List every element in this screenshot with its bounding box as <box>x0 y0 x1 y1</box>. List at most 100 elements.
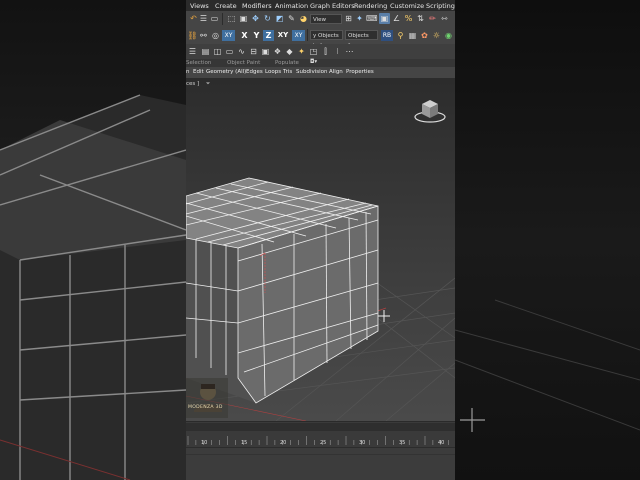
select-and-link-icon[interactable]: ⛓ <box>187 30 198 41</box>
angle-snap-icon[interactable]: ∠ <box>391 13 402 24</box>
perspective-viewport[interactable] <box>186 78 455 421</box>
modeling-ribbon: n Edit Geometry (All) Edges Loops Tris S… <box>186 67 455 78</box>
menu-modifiers[interactable]: Modifiers <box>242 2 272 10</box>
menu-views[interactable]: Views <box>190 2 209 10</box>
menu-customize[interactable]: Customize <box>390 2 424 10</box>
render-frame-icon[interactable]: ▣ <box>260 46 271 57</box>
ribbon-sub-edit[interactable]: Edit <box>193 69 204 75</box>
spacing-tool-icon[interactable]: ⋯ <box>344 46 355 57</box>
ribbon-tab-bar: Selection Object Paint Populate ◘▾ <box>186 59 455 67</box>
blurred-viewport-copy-right <box>455 299 640 432</box>
blurred-background-left <box>0 0 186 480</box>
keyframe-icon[interactable]: ◆ <box>284 46 295 57</box>
ref-coord-icon[interactable]: ◕ <box>298 13 309 24</box>
render-checker-icon[interactable]: ▦ <box>407 30 418 41</box>
array-icon[interactable]: ⁝ <box>332 46 343 57</box>
viewcube-icon[interactable] <box>414 100 446 123</box>
watermark-logo: MODENZA 3D <box>186 378 228 418</box>
blurred-viewport-copy-left <box>0 94 186 480</box>
filter-icon[interactable]: ⏷ <box>206 81 210 87</box>
select-object-icon[interactable]: ▭ <box>209 13 220 24</box>
toolbar-separator <box>307 29 308 41</box>
layer-explorer-icon[interactable]: ◫ <box>212 46 223 57</box>
window-crossing-icon[interactable]: ▣ <box>238 13 249 24</box>
menu-create[interactable]: Create <box>215 2 237 10</box>
ribbon-sub-edges[interactable]: Edges <box>246 69 263 75</box>
keyboard-shortcut-icon[interactable]: ⌨ <box>366 13 378 24</box>
unlink-selection-icon[interactable]: ⚯ <box>198 30 209 41</box>
ribbon-sub-geometry[interactable]: Geometry (All) <box>206 69 246 75</box>
percent-snap-icon[interactable]: % <box>403 13 414 24</box>
place-icon[interactable]: ✎ <box>286 13 297 24</box>
ribbon-sub-n[interactable]: n <box>186 69 190 75</box>
mirror-icon[interactable]: ⇿ <box>439 13 450 24</box>
blurred-background-right <box>455 0 640 480</box>
axis-xy-restrict-button-main[interactable]: XY <box>222 30 235 41</box>
tick-label-15: 15 <box>241 440 248 446</box>
align-icon[interactable]: ⫿ <box>320 46 331 57</box>
status-bar <box>186 447 455 480</box>
viewport-label[interactable]: ces ] ⏷ <box>186 81 210 88</box>
ribbon-tab-selection[interactable]: Selection <box>186 60 211 66</box>
render-production-icon[interactable]: ❖ <box>272 46 283 57</box>
ribbon-tab-populate[interactable]: Populate <box>275 60 299 66</box>
select-rotate-icon[interactable]: ↻ <box>262 13 273 24</box>
edit-named-selection-icon[interactable]: ✏ <box>427 13 438 24</box>
pivot-center-icon[interactable]: ⊞ <box>343 13 354 24</box>
ribbon-sub-align[interactable]: Align <box>329 69 343 75</box>
tick-label-25: 25 <box>320 440 327 446</box>
move-cursor-icon <box>378 310 390 322</box>
snaps-toggle-icon[interactable]: ▣ <box>379 13 390 24</box>
named-selection-right[interactable]: Objects fror <box>345 30 378 49</box>
rb-button[interactable]: RB <box>381 30 393 41</box>
tick-label-10: 10 <box>201 440 208 446</box>
ribbon-sub-tris[interactable]: Tris <box>283 69 292 75</box>
curve-editor-icon[interactable]: ∿ <box>236 46 247 57</box>
snapshot-icon[interactable]: ◳ <box>308 46 319 57</box>
constraint-plane-button[interactable]: XY <box>292 30 305 41</box>
third-toolbar: ☰ ▤ ◫ ▭ ∿ ⊟ ▣ ❖ ◆ ✦ ◳ ⫿ ⁝ ⋯ <box>186 44 455 60</box>
ribbon-toggle-icon[interactable]: ◘▾ <box>310 59 317 65</box>
reference-coordinate-dropdown[interactable]: View <box>310 14 342 24</box>
watermark-portrait-icon <box>186 378 228 418</box>
toolbar-separator <box>222 13 223 25</box>
tick-label-20: 20 <box>280 440 287 446</box>
select-manipulate-icon[interactable]: ✦ <box>354 13 365 24</box>
toggle-ribbon-icon[interactable]: ▭ <box>224 46 235 57</box>
3dsmax-window: Views Create Modifiers Animation Graph E… <box>186 0 455 480</box>
bind-icon[interactable]: ◎ <box>210 30 221 41</box>
constraint-xy-button[interactable]: XY <box>276 30 290 41</box>
select-move-icon[interactable]: ✥ <box>250 13 261 24</box>
spinner-snap-icon[interactable]: ⇅ <box>415 13 426 24</box>
watermark-text: MODENZA 3D <box>188 405 223 410</box>
ribbon-tab-object-paint[interactable]: Object Paint <box>227 60 260 66</box>
ribbon-sub-subdivision[interactable]: Subdivision <box>296 69 328 75</box>
render-iterative-icon[interactable]: ✦ <box>296 46 307 57</box>
time-slider-track[interactable] <box>186 423 455 431</box>
named-selection-left[interactable]: y Objects to I <box>310 30 343 49</box>
list-icon[interactable]: ☰ <box>187 46 198 57</box>
track-bar[interactable]: 10 15 20 25 30 35 40 <box>186 431 455 447</box>
select-region-icon[interactable]: ⬚ <box>226 13 237 24</box>
menu-rendering[interactable]: Rendering <box>354 2 387 10</box>
constraint-z-button[interactable]: Z <box>263 30 274 41</box>
menu-animation[interactable]: Animation <box>275 2 308 10</box>
viewport-scene <box>186 100 455 421</box>
main-toolbar: ↶ ☰ ▭ ⬚ ▣ ✥ ↻ ◩ ✎ ◕ View ⊞ ✦ ⌨ ▣ ∠ % ⇅ ✏… <box>186 11 455 28</box>
render-icon[interactable]: ✿ <box>419 30 430 41</box>
menu-graph-editors[interactable]: Graph Editors <box>310 2 355 10</box>
ribbon-sub-properties[interactable]: Properties <box>346 69 374 75</box>
scene-explorer-icon[interactable]: ▤ <box>200 46 211 57</box>
pin-stack-icon[interactable]: ⚲ <box>395 30 406 41</box>
select-list-icon[interactable]: ☰ <box>198 13 209 24</box>
ribbon-sub-loops[interactable]: Loops <box>265 69 281 75</box>
viewport-label-text: ces ] <box>186 81 200 87</box>
schematic-view-icon[interactable]: ⊟ <box>248 46 259 57</box>
material-editor-icon[interactable]: ◉ <box>443 30 454 41</box>
tick-label-30: 30 <box>359 440 366 446</box>
constraint-x-button[interactable]: X <box>239 30 250 41</box>
render-setup-icon[interactable]: ☼ <box>431 30 442 41</box>
menu-scripting[interactable]: Scripting <box>426 2 455 10</box>
select-scale-icon[interactable]: ◩ <box>274 13 285 24</box>
constraint-y-button[interactable]: Y <box>251 30 262 41</box>
